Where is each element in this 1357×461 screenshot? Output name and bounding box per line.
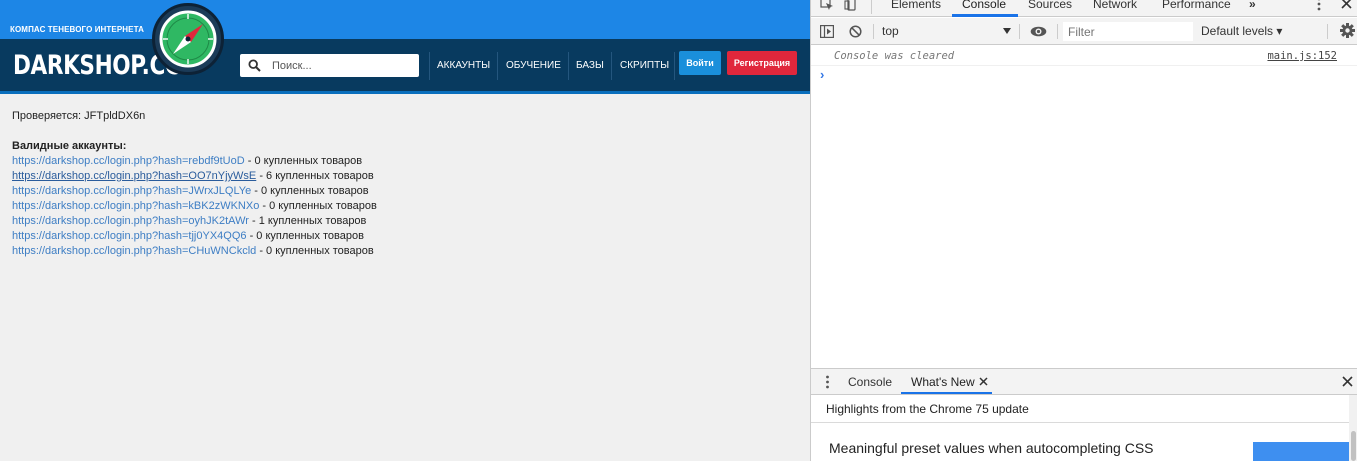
devtools-tab-bar: Elements Console Sources Network Perform… <box>811 0 1357 17</box>
console-toolbar: top Default levels ▾ <box>811 18 1357 45</box>
search-icon <box>248 59 261 72</box>
gear-icon[interactable] <box>1340 23 1355 38</box>
device-toolbar-icon[interactable] <box>844 0 858 11</box>
live-expression-eye-icon[interactable] <box>1030 26 1047 37</box>
drawer-tab-bar: Console What's New <box>811 368 1357 395</box>
drawer-tab-whats-new[interactable]: What's New <box>911 375 975 389</box>
account-purchases: - 0 купленных товаров <box>246 230 364 242</box>
toolbar-divider <box>1327 24 1328 39</box>
nav-divider <box>429 52 430 80</box>
checking-status: Проверяется: JFTpldDX6n <box>12 110 146 122</box>
account-link[interactable]: https://darkshop.cc/login.php?hash=rebdf… <box>12 155 245 167</box>
drawer-menu-icon[interactable] <box>825 375 830 389</box>
nav-scripts[interactable]: СКРИПТЫ <box>620 60 669 71</box>
chevron-down-icon[interactable] <box>1003 28 1011 34</box>
account-row: https://darkshop.cc/login.php?hash=rebdf… <box>12 155 362 167</box>
nav-databases[interactable]: БАЗЫ <box>576 60 604 71</box>
close-tab-icon[interactable] <box>979 377 988 386</box>
account-link[interactable]: https://darkshop.cc/login.php?hash=CHuWN… <box>12 245 256 257</box>
account-link[interactable]: https://darkshop.cc/login.php?hash=oyhJK… <box>12 215 249 227</box>
console-source-link[interactable]: main.js:152 <box>1267 50 1337 62</box>
context-selector[interactable]: top <box>882 24 899 38</box>
feature-title[interactable]: Meaningful preset values when autocomple… <box>829 440 1154 456</box>
account-link[interactable]: https://darkshop.cc/login.php?hash=tjj0Y… <box>12 230 247 242</box>
toolbar-divider <box>1057 24 1058 39</box>
account-row: https://darkshop.cc/login.php?hash=JWrxJ… <box>12 185 369 197</box>
account-row: https://darkshop.cc/login.php?hash=OO7nY… <box>12 170 374 182</box>
tab-network[interactable]: Network <box>1093 0 1137 11</box>
tab-elements[interactable]: Elements <box>891 0 941 11</box>
account-link[interactable]: https://darkshop.cc/login.php?hash=JWrxJ… <box>12 185 251 197</box>
nav-divider <box>611 52 612 80</box>
account-row: https://darkshop.cc/login.php?hash=CHuWN… <box>12 245 374 257</box>
tab-sources[interactable]: Sources <box>1028 0 1072 11</box>
valid-accounts-heading: Валидные аккаунты: <box>12 140 127 152</box>
account-row: https://darkshop.cc/login.php?hash=kBK2z… <box>12 200 377 212</box>
console-message: Console was cleared main.js:152 <box>811 48 1357 66</box>
feature-thumbnail[interactable] <box>1253 442 1349 461</box>
toolbar-divider <box>1019 24 1020 39</box>
account-purchases: - 0 купленных товаров <box>244 155 363 167</box>
nav-accounts[interactable]: АККАУНТЫ <box>437 60 490 71</box>
toolbar-divider <box>871 0 872 14</box>
kebab-menu-icon[interactable] <box>1316 0 1322 11</box>
website-viewport: КОМПАС ТЕНЕВОГО ИНТЕРНЕТА DARKSHOP.CC По… <box>0 0 810 461</box>
active-tab-indicator <box>952 14 1018 17</box>
nav-divider <box>497 52 498 80</box>
active-drawer-tab-indicator <box>901 392 992 394</box>
account-purchases: - 6 купленных товаров <box>256 170 374 182</box>
console-cleared-text: Console was cleared <box>834 50 955 62</box>
search-input[interactable] <box>272 58 412 73</box>
account-row: https://darkshop.cc/login.php?hash=oyhJK… <box>12 215 366 227</box>
tab-performance[interactable]: Performance <box>1162 0 1231 11</box>
more-tabs-button[interactable]: » <box>1249 0 1256 11</box>
account-purchases: - 0 купленных товаров <box>251 185 369 197</box>
register-button[interactable]: Регистрация <box>727 51 797 75</box>
login-button[interactable]: Войти <box>679 51 721 75</box>
scrollbar-thumb[interactable] <box>1351 431 1356 461</box>
console-filter-input[interactable] <box>1068 24 1188 39</box>
console-prompt-icon[interactable]: › <box>820 67 824 82</box>
highlights-header: Highlights from the Chrome 75 update <box>811 395 1357 423</box>
toolbar-divider <box>873 24 874 39</box>
highlights-title: Highlights from the Chrome 75 update <box>826 402 1029 416</box>
close-devtools-icon[interactable] <box>1341 0 1352 9</box>
account-purchases: - 0 купленных товаров <box>256 245 374 257</box>
drawer-tab-console[interactable]: Console <box>848 375 892 389</box>
whats-new-panel: Highlights from the Chrome 75 update Mea… <box>811 395 1357 461</box>
devtools-panel: Elements Console Sources Network Perform… <box>810 0 1357 461</box>
show-sidebar-icon[interactable] <box>820 25 834 38</box>
compass-logo-icon[interactable] <box>152 3 224 75</box>
nav-training[interactable]: ОБУЧЕНИЕ <box>506 60 561 71</box>
account-purchases: - 1 купленных товаров <box>248 215 367 227</box>
nav-divider <box>568 52 569 80</box>
account-row: https://darkshop.cc/login.php?hash=tjj0Y… <box>12 230 364 242</box>
site-search-box[interactable] <box>240 54 419 77</box>
console-output[interactable]: Console was cleared main.js:152 › <box>811 46 1357 368</box>
site-tagline: КОМПАС ТЕНЕВОГО ИНТЕРНЕТА <box>10 25 144 34</box>
close-drawer-icon[interactable] <box>1342 376 1353 387</box>
account-link[interactable]: https://darkshop.cc/login.php?hash=kBK2z… <box>12 200 259 212</box>
site-header: КОМПАС ТЕНЕВОГО ИНТЕРНЕТА DARKSHOP.CC По… <box>0 0 810 94</box>
account-link[interactable]: https://darkshop.cc/login.php?hash=OO7nY… <box>12 170 256 182</box>
account-purchases: - 0 купленных товаров <box>259 200 377 212</box>
tab-console[interactable]: Console <box>962 0 1006 11</box>
log-levels-dropdown[interactable]: Default levels ▾ <box>1201 24 1282 38</box>
inspect-element-icon[interactable] <box>820 0 834 11</box>
clear-console-icon[interactable] <box>849 25 862 38</box>
console-filter-box[interactable] <box>1063 22 1193 41</box>
nav-divider <box>674 52 675 80</box>
